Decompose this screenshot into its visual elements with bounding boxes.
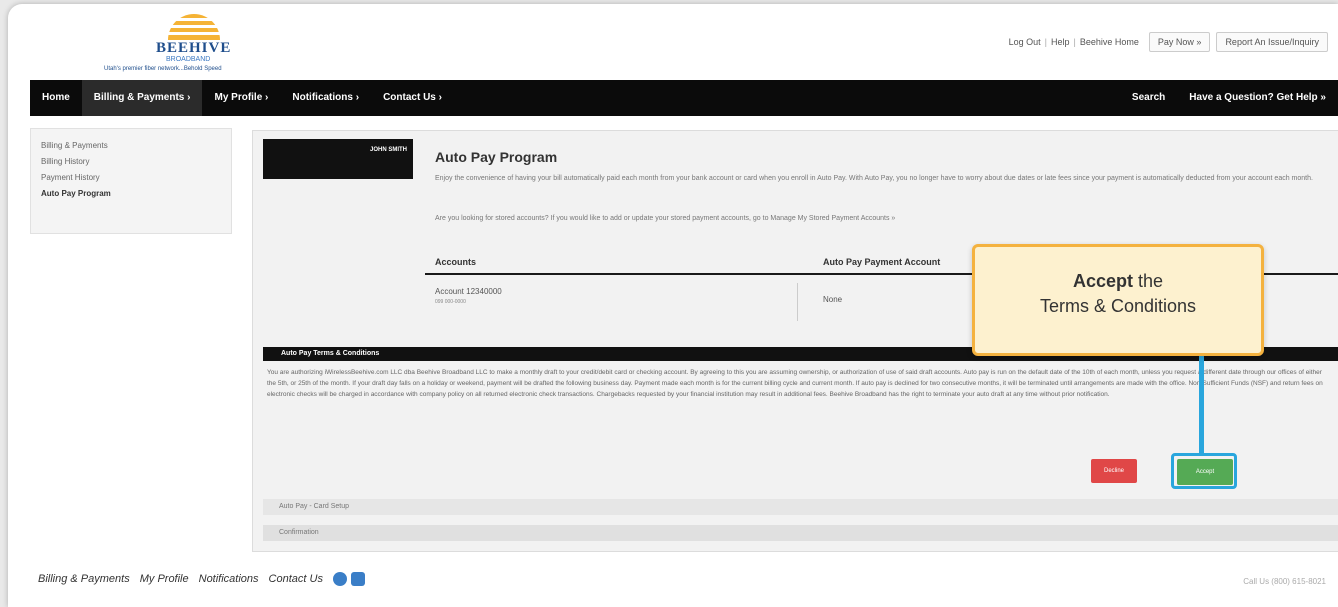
terms-text: You are authorizing iWirelessBeehive.com… [267, 369, 1323, 398]
column-divider [797, 283, 798, 321]
step-card-setup[interactable]: Auto Pay - Card Setup [263, 499, 1338, 515]
account-number: 12340000 [466, 287, 502, 296]
callout-connector-line [1199, 356, 1204, 454]
program-description: Enjoy the convenience of having your bil… [435, 175, 1313, 182]
call-us-text: Call Us (800) 615-8021 [1243, 577, 1326, 586]
top-links: Log Out | Help | Beehive Home Pay Now » … [1005, 32, 1328, 52]
sidebar-item-billing-history[interactable]: Billing History [31, 153, 231, 169]
nav-home[interactable]: Home [30, 80, 82, 116]
brand-tagline: Utah's premier fiber network...Behold Sp… [104, 66, 222, 72]
sidebar-item-auto-pay-program[interactable]: Auto Pay Program [31, 185, 231, 201]
nav-my-profile[interactable]: My Profile › [202, 80, 280, 116]
twitter-icon[interactable] [350, 572, 365, 586]
pay-now-button[interactable]: Pay Now » [1148, 32, 1211, 52]
footer-link-notifications[interactable]: Notifications [199, 573, 259, 585]
sun-logo-icon [168, 14, 220, 40]
step-confirmation[interactable]: Confirmation [263, 525, 1338, 541]
callout-rest: the [1133, 271, 1164, 291]
footer-link-my-profile[interactable]: My Profile [140, 573, 189, 585]
sidebar-item-payment-history[interactable]: Payment History [31, 169, 231, 185]
beehive-home-link[interactable]: Beehive Home [1076, 37, 1143, 47]
main-nav: Home Billing & Payments › My Profile › N… [30, 80, 1338, 116]
callout-line-1: Accept the [975, 271, 1261, 292]
decline-button[interactable]: Decline [1091, 459, 1137, 483]
footer-links: Billing & Payments My Profile Notificati… [38, 572, 369, 586]
nav-notifications[interactable]: Notifications › [280, 80, 371, 116]
stored-accounts-link[interactable]: Are you looking for stored accounts? If … [435, 215, 895, 222]
footer-link-contact-us[interactable]: Contact Us [269, 573, 323, 585]
report-issue-button[interactable]: Report An Issue/Inquiry [1216, 32, 1328, 52]
autopay-account-value: None [823, 295, 843, 304]
sidebar-item-billing-payments[interactable]: Billing & Payments [31, 137, 231, 153]
facebook-icon[interactable] [332, 572, 347, 586]
footer-link-billing-payments[interactable]: Billing & Payments [38, 573, 130, 585]
beehive-logo[interactable]: BEEHIVE BROADBAND Utah's premier fiber n… [104, 6, 284, 78]
accounts-column-header: Accounts [435, 257, 477, 267]
account-cell: Account 12340000 [435, 287, 502, 296]
callout-bold-word: Accept [1072, 271, 1133, 291]
customer-name-box: JOHN SMITH [263, 139, 413, 179]
nav-search[interactable]: Search [1120, 80, 1177, 116]
browser-frame: BEEHIVE BROADBAND Utah's premier fiber n… [8, 4, 1338, 607]
nav-get-help[interactable]: Have a Question? Get Help » [1177, 80, 1338, 116]
account-label: Account [435, 287, 464, 296]
sidebar: Billing & Payments Billing History Payme… [30, 128, 232, 234]
page-title: Auto Pay Program [435, 149, 558, 165]
help-link[interactable]: Help [1047, 37, 1074, 47]
logout-link[interactable]: Log Out [1005, 37, 1045, 47]
brand-name: BEEHIVE [156, 40, 232, 56]
brand-subname: BROADBAND [166, 56, 211, 63]
nav-contact-us[interactable]: Contact Us › [371, 80, 454, 116]
nav-billing-payments[interactable]: Billing & Payments › [81, 80, 203, 116]
callout-line-2: Terms & Conditions [1039, 296, 1197, 316]
accept-highlight-box [1171, 453, 1237, 489]
instruction-callout: Accept the Terms & Conditions [972, 244, 1264, 356]
account-subtext: 099 000-0000 [435, 299, 466, 305]
autopay-account-column-header: Auto Pay Payment Account [823, 257, 941, 267]
